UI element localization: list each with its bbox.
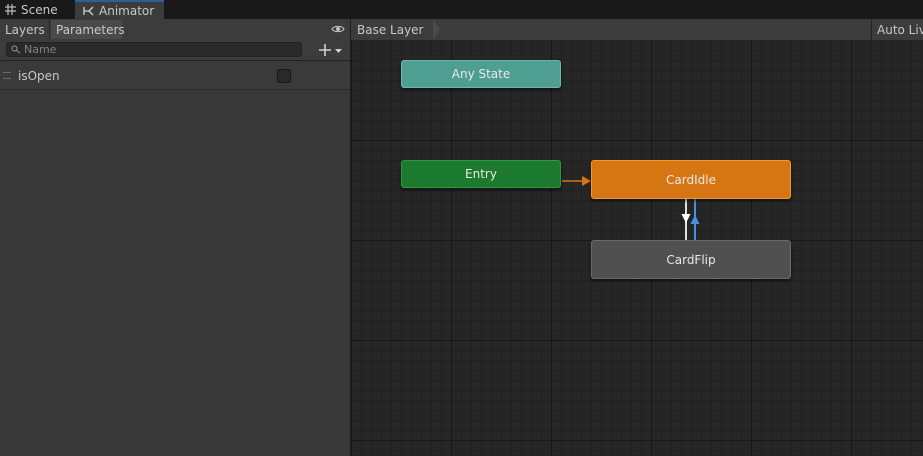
search-row bbox=[0, 40, 350, 61]
grid-icon bbox=[5, 4, 16, 15]
chevron-down-icon bbox=[335, 48, 342, 53]
parameters-panel: Layers Parameters isOpen bbox=[0, 19, 350, 456]
drag-handle-icon[interactable] bbox=[3, 72, 11, 79]
tab-parameters[interactable]: Parameters bbox=[51, 20, 125, 39]
animator-graph[interactable]: Base Layer Auto Liv Any State Entry Card… bbox=[351, 19, 923, 456]
search-icon bbox=[11, 45, 21, 54]
state-card-flip[interactable]: CardFlip bbox=[591, 240, 791, 279]
state-card-idle[interactable]: CardIdle bbox=[591, 160, 791, 199]
transition-down-arrow-icon bbox=[681, 214, 691, 223]
parameter-name: isOpen bbox=[18, 69, 60, 83]
tab-scene-label: Scene bbox=[21, 2, 58, 17]
parameter-row[interactable]: isOpen bbox=[0, 63, 350, 90]
animator-icon bbox=[83, 6, 94, 16]
tab-animator[interactable]: Animator bbox=[75, 0, 164, 19]
transition-up-arrow-icon bbox=[690, 215, 700, 224]
tab-scene[interactable]: Scene bbox=[0, 0, 74, 19]
state-entry[interactable]: Entry bbox=[401, 160, 561, 188]
entry-transition-arrow-icon bbox=[582, 176, 591, 186]
eye-icon[interactable] bbox=[331, 22, 345, 36]
panel-subtabs: Layers Parameters bbox=[0, 19, 350, 41]
search-box bbox=[6, 42, 302, 57]
state-any-state[interactable]: Any State bbox=[401, 60, 561, 88]
tab-animator-label: Animator bbox=[99, 3, 155, 18]
plus-icon bbox=[319, 44, 331, 56]
tab-layers[interactable]: Layers bbox=[0, 20, 50, 39]
parameter-bool-checkbox[interactable] bbox=[277, 69, 291, 83]
window-tab-bar: Scene Animator bbox=[0, 0, 923, 19]
search-input[interactable] bbox=[21, 43, 284, 56]
add-parameter-button[interactable] bbox=[318, 42, 348, 58]
